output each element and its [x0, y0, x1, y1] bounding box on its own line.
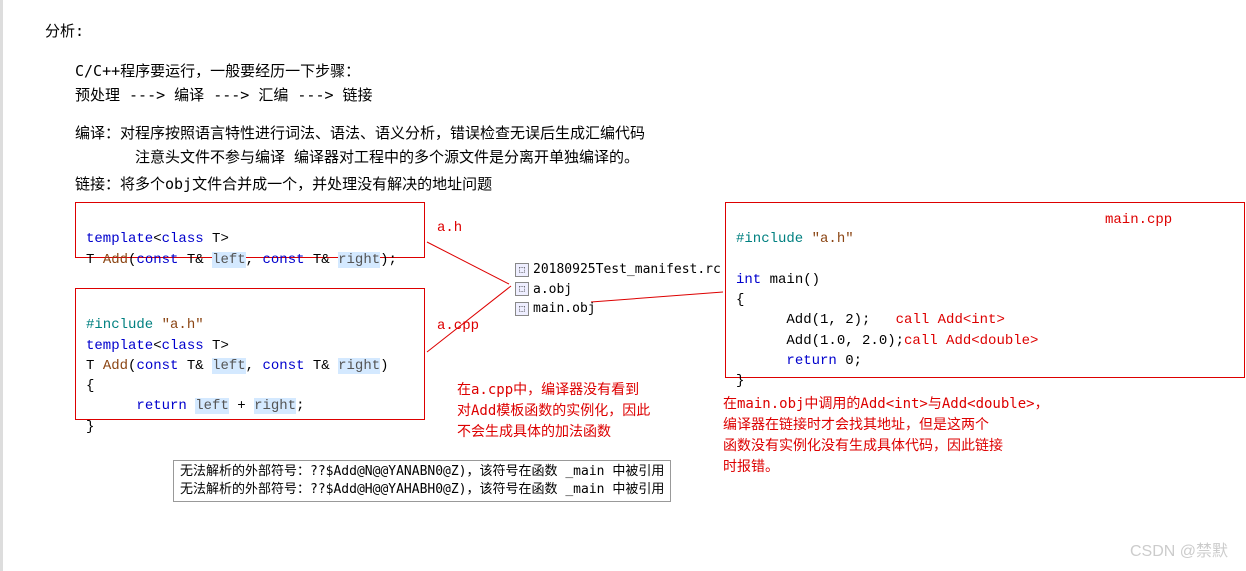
semicolon: );	[380, 252, 397, 268]
para-link: 链接：将多个obj文件合并成一个，并处理没有解决的地址问题	[75, 173, 1246, 194]
ret-t: T	[86, 252, 103, 268]
brace-close: }	[86, 419, 94, 435]
kw-int: int	[736, 272, 761, 288]
angle-open-2: <	[153, 338, 161, 354]
pp-include: #include	[86, 317, 162, 333]
kw-class-2: class	[162, 338, 204, 354]
kw-return: return	[136, 398, 186, 414]
ret-t-2: T	[86, 358, 103, 374]
kw-const-1: const	[136, 252, 178, 268]
para-compile-note: 注意头文件不参与编译 编译器对工程中的多个源文件是分离开单独编译的。	[135, 145, 1246, 169]
tref-1: T&	[178, 252, 212, 268]
pp-include-2: #include	[736, 231, 812, 247]
watermark: CSDN @禁默	[1130, 537, 1228, 561]
inc-ah-2: "a.h"	[812, 231, 854, 247]
brace-open-2: {	[736, 292, 744, 308]
inc-ah: "a.h"	[162, 317, 204, 333]
paren-close: )	[380, 358, 388, 374]
fn-main: main()	[761, 272, 820, 288]
obj-a: ⬚ a.obj	[515, 280, 721, 300]
note-main: 在main.obj中调用的Add<int>与Add<double>， 编译器在链…	[723, 394, 1163, 478]
file-icon: ⬚	[515, 302, 529, 316]
obj-main: ⬚ main.obj	[515, 299, 721, 319]
kw-class: class	[162, 231, 204, 247]
obj-manifest-label: 20180925Test_manifest.rc	[533, 260, 721, 280]
comma: ,	[246, 252, 263, 268]
label-acpp: a.cpp	[437, 318, 479, 334]
tref-3: T&	[178, 358, 212, 374]
kw-const-4: const	[262, 358, 304, 374]
indent-ret-2	[736, 353, 786, 369]
indent-ret	[86, 398, 136, 414]
para-steps-2: 预处理 ---> 编译 ---> 汇编 ---> 链接	[75, 83, 1246, 107]
para-compile: 编译：对程序按照语言特性进行词法、语法、语义分析，错误检查无误后生成汇编代码	[75, 121, 1246, 145]
error-line-2: 无法解析的外部符号：??$Add@H@@YAHABH0@Z)，该符号在函数 _m…	[180, 481, 664, 499]
var-right-2: right	[338, 358, 380, 374]
file-icon: ⬚	[515, 263, 529, 277]
plus: +	[229, 398, 254, 414]
ret-zero: 0;	[837, 353, 862, 369]
comment-int: call Add<int>	[896, 312, 1005, 328]
label-ah: a.h	[437, 220, 462, 236]
obj-manifest: ⬚ 20180925Test_manifest.rc	[515, 260, 721, 280]
note-acpp: 在a.cpp中，编译器没有看到 对Add模板函数的实例化，因此 不会生成具体的加…	[457, 380, 707, 443]
var-left-2: left	[212, 358, 246, 374]
brace-open: {	[86, 378, 94, 394]
diagram-area: template<class T> T Add(const T& left, c…	[45, 202, 1246, 522]
brace-close-2: }	[736, 373, 744, 389]
call-add-int: Add(1, 2);	[736, 312, 896, 328]
obj-file-list: ⬚ 20180925Test_manifest.rc ⬚ a.obj ⬚ mai…	[515, 260, 721, 319]
obj-main-label: main.obj	[533, 299, 596, 319]
space	[187, 398, 195, 414]
code-box-main: #include "a.h" int main() { Add(1, 2); c…	[725, 202, 1245, 378]
error-line-1: 无法解析的外部符号：??$Add@N@@YANABN0@Z)，该符号在函数 _m…	[180, 463, 664, 481]
obj-a-label: a.obj	[533, 280, 572, 300]
tpl-t-2: T>	[204, 338, 229, 354]
call-add-double: Add(1.0, 2.0);	[736, 333, 904, 349]
kw-const-3: const	[136, 358, 178, 374]
var-right: right	[338, 252, 380, 268]
tpl-t: T>	[204, 231, 229, 247]
code-box-ah: template<class T> T Add(const T& left, c…	[75, 202, 425, 258]
label-main: main.cpp	[1105, 212, 1172, 228]
analysis-title: 分析:	[45, 20, 1246, 41]
tref-4: T&	[305, 358, 339, 374]
tref-2: T&	[305, 252, 339, 268]
kw-return-2: return	[786, 353, 836, 369]
kw-template: template	[86, 231, 153, 247]
kw-template-2: template	[86, 338, 153, 354]
fn-add-2: Add	[103, 358, 128, 374]
para-steps-1: C/C++程序要运行，一般要经历一下步骤：	[75, 59, 1246, 83]
var-right-3: right	[254, 398, 296, 414]
comment-double: call Add<double>	[904, 333, 1038, 349]
kw-const-2: const	[262, 252, 304, 268]
comma-2: ,	[246, 358, 263, 374]
code-box-acpp: #include "a.h" template<class T> T Add(c…	[75, 288, 425, 420]
var-left: left	[212, 252, 246, 268]
file-icon: ⬚	[515, 282, 529, 296]
fn-add: Add	[103, 252, 128, 268]
var-left-3: left	[195, 398, 229, 414]
angle-open: <	[153, 231, 161, 247]
error-box: 无法解析的外部符号：??$Add@N@@YANABN0@Z)，该符号在函数 _m…	[173, 460, 671, 502]
semi-2: ;	[296, 398, 304, 414]
